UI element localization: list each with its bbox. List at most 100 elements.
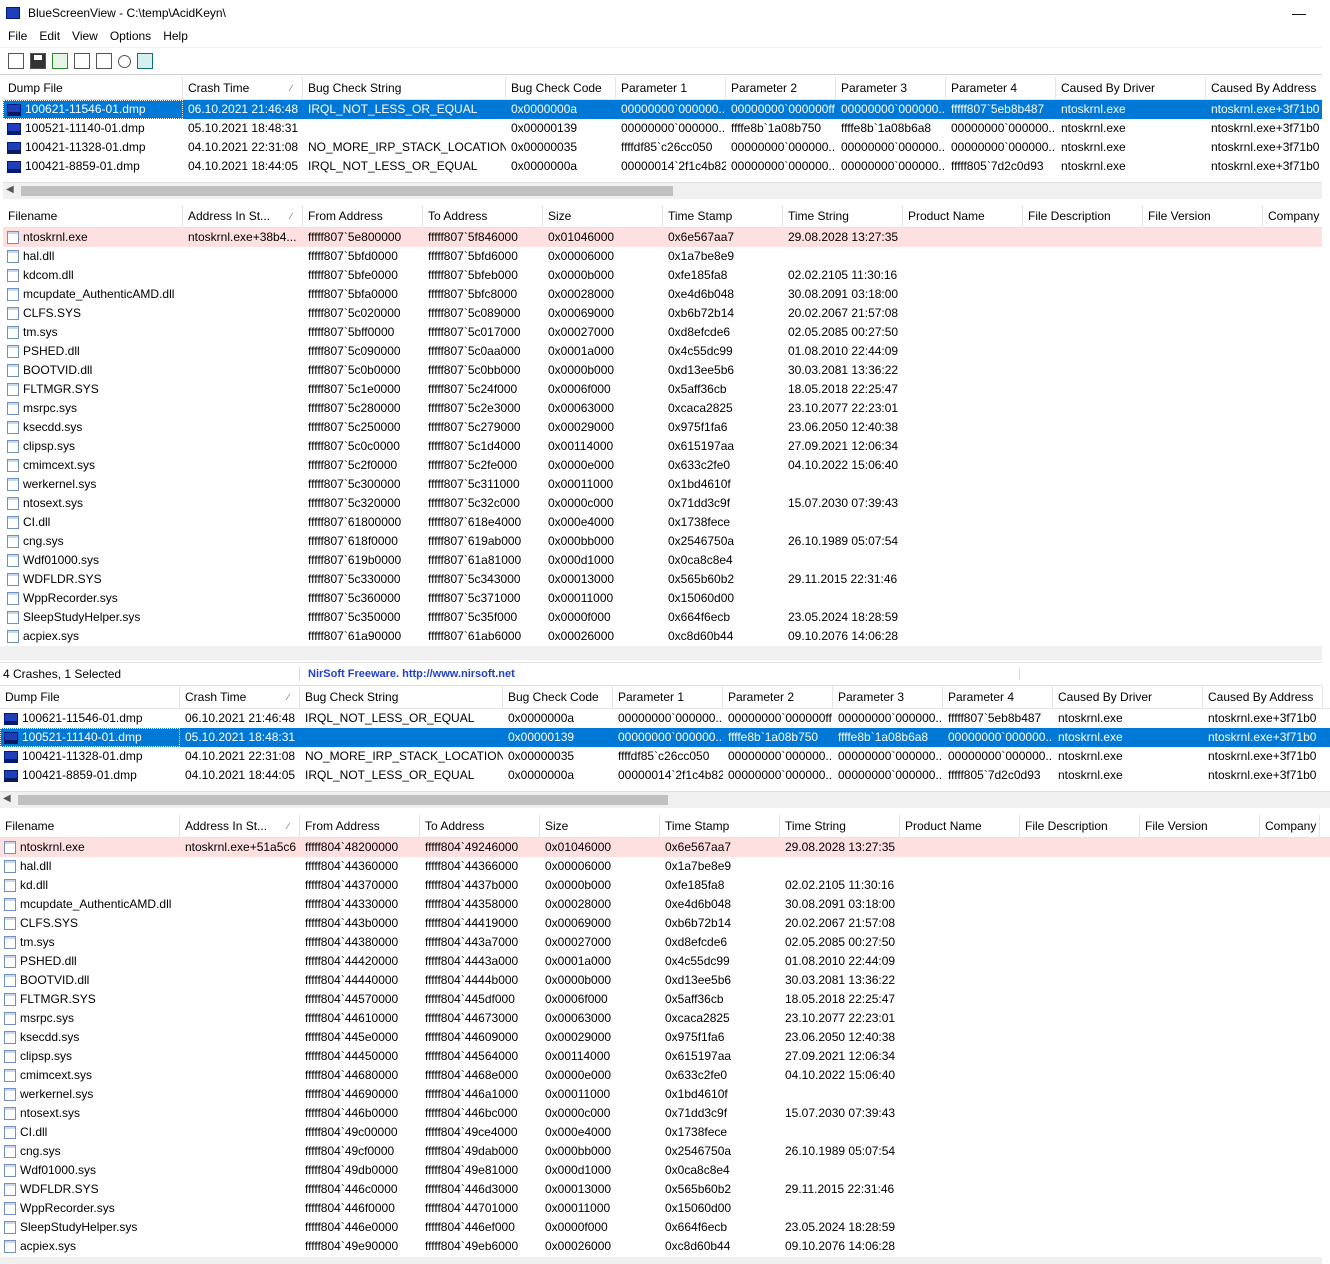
column-header-file-description[interactable]: File Description [1023, 205, 1143, 227]
column-header-address-in-stack[interactable]: Address In St... ∕ [183, 205, 303, 227]
html-report-icon[interactable] [96, 53, 112, 69]
column-header-from-address[interactable]: From Address [300, 815, 420, 837]
column-header-file-version[interactable]: File Version [1140, 815, 1260, 837]
column-header-parameter-2[interactable]: Parameter 2 [726, 77, 836, 99]
column-header-parameter-3[interactable]: Parameter 3 [833, 686, 943, 708]
column-header-bug-check-string[interactable]: Bug Check String [303, 77, 506, 99]
nirsoft-link[interactable]: NirSoft Freeware. http://www.nirsoft.net [300, 668, 1020, 680]
module-row[interactable]: WppRecorder.sys fffff807`5c360000 fffff807… [3, 589, 1322, 608]
column-header-crash-time[interactable]: Crash Time ∕ [180, 686, 300, 708]
module-row[interactable]: kd.dll fffff804`44370000 fffff804`4437b000… [0, 876, 1330, 895]
module-row[interactable]: clipsp.sys fffff807`5c0c0000 fffff807`5c1d… [3, 437, 1322, 456]
column-header-parameter-3[interactable]: Parameter 3 [836, 77, 946, 99]
module-row[interactable]: acpiex.sys fffff804`49e90000 fffff804`49eb… [0, 1237, 1330, 1256]
module-row[interactable]: tm.sys fffff807`5bff0000 fffff807`5c017000… [3, 323, 1322, 342]
properties-icon[interactable] [8, 53, 24, 69]
column-header-product-name[interactable]: Product Name [903, 205, 1023, 227]
column-header-bug-check-code[interactable]: Bug Check Code [506, 77, 616, 99]
column-header-to-address[interactable]: To Address [420, 815, 540, 837]
refresh-icon[interactable] [52, 53, 68, 69]
menu-help[interactable]: Help [157, 29, 194, 43]
column-header-company[interactable]: Company [1263, 205, 1322, 227]
column-header-caused-by-address[interactable]: Caused By Address [1206, 77, 1322, 99]
column-header-product-name[interactable]: Product Name [900, 815, 1020, 837]
column-header-time-string[interactable]: Time String [783, 205, 903, 227]
module-row[interactable]: CI.dll fffff804`49c00000 fffff804`49ce4000… [0, 1123, 1330, 1142]
module-row[interactable]: WDFLDR.SYS fffff807`5c330000 fffff807`5c34… [3, 570, 1322, 589]
module-row[interactable]: WppRecorder.sys fffff804`446f0000 fffff804… [0, 1199, 1330, 1218]
menu-file[interactable]: File [2, 29, 33, 43]
module-row[interactable]: ntoskrnl.exe ntoskrnl.exe+38b4... fffff807… [3, 228, 1322, 247]
crash-list-bottom[interactable]: Dump File Crash Time ∕ Bug Check String Bug … [0, 686, 1330, 790]
crash-row[interactable]: 100621-11546-01.dmp 06.10.2021 21:46:48 IR… [0, 709, 1330, 728]
column-header-dump-file[interactable]: Dump File [3, 77, 183, 99]
column-header-bug-check-string[interactable]: Bug Check String [300, 686, 503, 708]
module-row[interactable]: CI.dll fffff807`61800000 fffff807`618e4000… [3, 513, 1322, 532]
module-row[interactable]: ntosext.sys fffff807`5c320000 fffff807`5c3… [3, 494, 1322, 513]
crash-row[interactable]: 100521-11140-01.dmp 05.10.2021 18:48:31 0x… [0, 728, 1330, 747]
exit-icon[interactable] [137, 53, 153, 69]
column-header-file-version[interactable]: File Version [1143, 205, 1263, 227]
module-row[interactable]: kdcom.dll fffff807`5bfe0000 fffff807`5bfeb… [3, 266, 1322, 285]
module-row[interactable]: msrpc.sys fffff807`5c280000 fffff807`5c2e3… [3, 399, 1322, 418]
module-row[interactable]: FLTMGR.SYS fffff804`44570000 fffff804`445d… [0, 990, 1330, 1009]
module-row[interactable]: werkernel.sys fffff807`5c300000 fffff807`5… [3, 475, 1322, 494]
module-row[interactable]: ntoskrnl.exe ntoskrnl.exe+51a5c6 fffff804`… [0, 838, 1330, 857]
column-header-parameter-4[interactable]: Parameter 4 [946, 77, 1056, 99]
module-row[interactable]: msrpc.sys fffff804`44610000 fffff804`44673… [0, 1009, 1330, 1028]
save-icon[interactable] [30, 53, 46, 69]
module-row[interactable]: clipsp.sys fffff804`44450000 fffff804`4456… [0, 1047, 1330, 1066]
crash-row[interactable]: 100421-11328-01.dmp 04.10.2021 22:31:08 NO… [0, 747, 1330, 766]
minimize-button[interactable]: — [1276, 5, 1322, 21]
menu-options[interactable]: Options [104, 29, 157, 43]
module-row[interactable]: ksecdd.sys fffff807`5c250000 fffff807`5c27… [3, 418, 1322, 437]
column-header-size[interactable]: Size [540, 815, 660, 837]
crash-row[interactable]: 100521-11140-01.dmp 05.10.2021 18:48:31 0x… [3, 119, 1322, 138]
find-icon[interactable] [118, 54, 131, 68]
crash-list-bottom-scrollbar[interactable]: ◀ [0, 791, 1330, 808]
crash-row[interactable]: 100421-8859-01.dmp 04.10.2021 18:44:05 IRQ… [0, 766, 1330, 785]
column-header-dump-file[interactable]: Dump File [0, 686, 180, 708]
column-header-caused-by-address[interactable]: Caused By Address [1203, 686, 1323, 708]
module-row[interactable]: FLTMGR.SYS fffff807`5c1e0000 fffff807`5c24… [3, 380, 1322, 399]
module-row[interactable]: PSHED.dll fffff807`5c090000 fffff807`5c0aa… [3, 342, 1322, 361]
module-row[interactable]: Wdf01000.sys fffff804`49db0000 fffff804`49… [0, 1161, 1330, 1180]
module-row[interactable]: ksecdd.sys fffff804`445e0000 fffff804`4460… [0, 1028, 1330, 1047]
column-header-parameter-2[interactable]: Parameter 2 [723, 686, 833, 708]
module-row[interactable]: CLFS.SYS fffff807`5c020000 fffff807`5c0890… [3, 304, 1322, 323]
scroll-thumb[interactable] [21, 186, 673, 196]
module-list-top[interactable]: Filename Address In St... ∕ From Address To … [3, 205, 1322, 645]
module-row[interactable]: Wdf01000.sys fffff807`619b0000 fffff807`61… [3, 551, 1322, 570]
module-row[interactable]: ntosext.sys fffff804`446b0000 fffff804`446… [0, 1104, 1330, 1123]
column-header-file-description[interactable]: File Description [1020, 815, 1140, 837]
module-row[interactable]: SleepStudyHelper.sys fffff804`446e0000 fff… [0, 1218, 1330, 1237]
menu-edit[interactable]: Edit [33, 29, 66, 43]
module-row[interactable]: cmimcext.sys fffff807`5c2f0000 fffff807`5c… [3, 456, 1322, 475]
column-header-company[interactable]: Company [1260, 815, 1320, 837]
module-row[interactable]: cmimcext.sys fffff804`44680000 fffff804`44… [0, 1066, 1330, 1085]
module-row[interactable]: CLFS.SYS fffff804`443b0000 fffff804`444190… [0, 914, 1330, 933]
module-row[interactable]: PSHED.dll fffff804`44420000 fffff804`4443a… [0, 952, 1330, 971]
column-header-time-stamp[interactable]: Time Stamp [663, 205, 783, 227]
crash-list-top[interactable]: Dump File Crash Time ∕ Bug Check String Bug … [3, 77, 1322, 181]
column-header-address-in-stack[interactable]: Address In St... ∕ [180, 815, 300, 837]
scroll-left-icon[interactable]: ◀ [3, 793, 11, 804]
pane-splitter[interactable] [0, 646, 1322, 660]
module-row[interactable]: SleepStudyHelper.sys fffff807`5c350000 fff… [3, 608, 1322, 627]
column-header-parameter-1[interactable]: Parameter 1 [613, 686, 723, 708]
module-row[interactable]: WDFLDR.SYS fffff804`446c0000 fffff804`446d… [0, 1180, 1330, 1199]
column-header-bug-check-code[interactable]: Bug Check Code [503, 686, 613, 708]
module-row[interactable]: hal.dll fffff804`44360000 fffff804`4436600… [0, 857, 1330, 876]
column-header-from-address[interactable]: From Address [303, 205, 423, 227]
crash-row[interactable]: 100421-8859-01.dmp 04.10.2021 18:44:05 IRQ… [3, 157, 1322, 176]
column-header-to-address[interactable]: To Address [423, 205, 543, 227]
scroll-thumb[interactable] [18, 795, 668, 805]
column-header-parameter-1[interactable]: Parameter 1 [616, 77, 726, 99]
module-row[interactable]: cng.sys fffff804`49cf0000 fffff804`49dab00… [0, 1142, 1330, 1161]
crash-row[interactable]: 100421-11328-01.dmp 04.10.2021 22:31:08 NO… [3, 138, 1322, 157]
column-header-parameter-4[interactable]: Parameter 4 [943, 686, 1053, 708]
module-row[interactable]: cng.sys fffff807`618f0000 fffff807`619ab00… [3, 532, 1322, 551]
column-header-time-string[interactable]: Time String [780, 815, 900, 837]
module-row[interactable]: acpiex.sys fffff807`61a90000 fffff807`61ab… [3, 627, 1322, 645]
crash-row[interactable]: 100621-11546-01.dmp 06.10.2021 21:46:48 IR… [3, 100, 1322, 119]
